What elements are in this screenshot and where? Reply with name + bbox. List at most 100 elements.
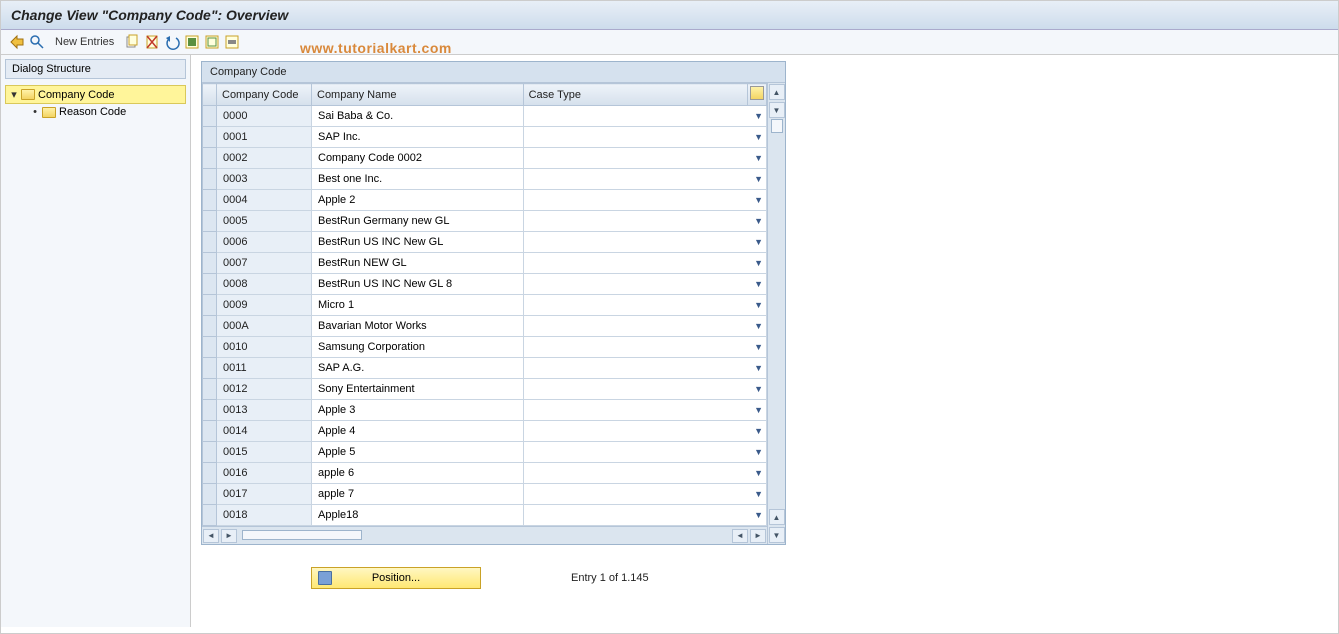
dropdown-arrow-icon[interactable]: ▼ — [754, 216, 763, 226]
hscroll-left-button[interactable]: ◄ — [203, 529, 219, 543]
cell-company-name[interactable]: apple 7 — [312, 484, 524, 505]
cell-company-code[interactable]: 0017 — [217, 484, 312, 505]
cell-company-code[interactable]: 0009 — [217, 295, 312, 316]
cell-company-code[interactable]: 0011 — [217, 358, 312, 379]
cell-company-name[interactable]: Sai Baba & Co. — [312, 106, 524, 127]
dropdown-arrow-icon[interactable]: ▼ — [754, 321, 763, 331]
cell-case-type[interactable]: ▼ — [523, 295, 766, 316]
cell-company-code[interactable]: 0015 — [217, 442, 312, 463]
cell-company-code[interactable]: 0006 — [217, 232, 312, 253]
row-selector[interactable] — [203, 316, 217, 337]
row-selector[interactable] — [203, 484, 217, 505]
table-config-button[interactable] — [748, 84, 767, 106]
cell-company-name[interactable]: Bavarian Motor Works — [312, 316, 524, 337]
cell-case-type[interactable]: ▼ — [523, 274, 766, 295]
col-company-name[interactable]: Company Name — [312, 84, 524, 106]
undo-icon[interactable] — [164, 34, 180, 50]
row-selector[interactable] — [203, 358, 217, 379]
row-selector[interactable] — [203, 211, 217, 232]
dropdown-arrow-icon[interactable]: ▼ — [754, 342, 763, 352]
vscroll-track[interactable] — [770, 119, 784, 508]
cell-company-code[interactable]: 0012 — [217, 379, 312, 400]
cell-case-type[interactable]: ▼ — [523, 148, 766, 169]
dropdown-arrow-icon[interactable]: ▼ — [754, 426, 763, 436]
dropdown-arrow-icon[interactable]: ▼ — [754, 153, 763, 163]
cell-company-code[interactable]: 0007 — [217, 253, 312, 274]
row-selector[interactable] — [203, 169, 217, 190]
row-selector[interactable] — [203, 127, 217, 148]
dropdown-arrow-icon[interactable]: ▼ — [754, 237, 763, 247]
cell-company-name[interactable]: Apple 3 — [312, 400, 524, 421]
toggle-display-icon[interactable] — [9, 34, 25, 50]
hscroll-thumb[interactable] — [242, 530, 362, 540]
vscroll-down-button[interactable]: ▼ — [769, 527, 785, 543]
row-selector[interactable] — [203, 421, 217, 442]
cell-company-code[interactable]: 000A — [217, 316, 312, 337]
dropdown-arrow-icon[interactable]: ▼ — [754, 384, 763, 394]
dropdown-arrow-icon[interactable]: ▼ — [754, 174, 763, 184]
row-selector[interactable] — [203, 379, 217, 400]
cell-company-code[interactable]: 0002 — [217, 148, 312, 169]
cell-case-type[interactable]: ▼ — [523, 232, 766, 253]
cell-company-name[interactable]: BestRun NEW GL — [312, 253, 524, 274]
cell-case-type[interactable]: ▼ — [523, 484, 766, 505]
cell-company-code[interactable]: 0008 — [217, 274, 312, 295]
row-selector[interactable] — [203, 463, 217, 484]
hscroll-right-button[interactable]: ► — [221, 529, 237, 543]
cell-company-name[interactable]: BestRun US INC New GL — [312, 232, 524, 253]
cell-company-code[interactable]: 0005 — [217, 211, 312, 232]
cell-case-type[interactable]: ▼ — [523, 505, 766, 526]
vscroll-up-step-button[interactable]: ▲ — [769, 509, 785, 525]
dropdown-arrow-icon[interactable]: ▼ — [754, 300, 763, 310]
new-entries-button[interactable]: New Entries — [49, 34, 120, 50]
dropdown-arrow-icon[interactable]: ▼ — [754, 195, 763, 205]
col-case-type[interactable]: Case Type — [523, 84, 747, 106]
dropdown-arrow-icon[interactable]: ▼ — [754, 363, 763, 373]
dropdown-arrow-icon[interactable]: ▼ — [754, 510, 763, 520]
cell-company-code[interactable]: 0010 — [217, 337, 312, 358]
position-button[interactable]: Position... — [311, 567, 481, 589]
cell-case-type[interactable]: ▼ — [523, 379, 766, 400]
dropdown-arrow-icon[interactable]: ▼ — [754, 279, 763, 289]
cell-case-type[interactable]: ▼ — [523, 400, 766, 421]
dropdown-arrow-icon[interactable]: ▼ — [754, 447, 763, 457]
cell-company-name[interactable]: apple 6 — [312, 463, 524, 484]
cell-company-code[interactable]: 0004 — [217, 190, 312, 211]
cell-case-type[interactable]: ▼ — [523, 127, 766, 148]
dropdown-arrow-icon[interactable]: ▼ — [754, 468, 763, 478]
cell-company-code[interactable]: 0016 — [217, 463, 312, 484]
cell-case-type[interactable]: ▼ — [523, 463, 766, 484]
cell-company-name[interactable]: Company Code 0002 — [312, 148, 524, 169]
row-selector[interactable] — [203, 274, 217, 295]
dropdown-arrow-icon[interactable]: ▼ — [754, 132, 763, 142]
cell-case-type[interactable]: ▼ — [523, 253, 766, 274]
dropdown-arrow-icon[interactable]: ▼ — [754, 405, 763, 415]
row-selector[interactable] — [203, 148, 217, 169]
dropdown-arrow-icon[interactable]: ▼ — [754, 258, 763, 268]
row-selector[interactable] — [203, 106, 217, 127]
vscroll-thumb[interactable] — [771, 119, 783, 133]
cell-company-name[interactable]: Sony Entertainment — [312, 379, 524, 400]
cell-case-type[interactable]: ▼ — [523, 442, 766, 463]
vscroll-down-step-button[interactable]: ▼ — [769, 102, 785, 118]
cell-company-code[interactable]: 0003 — [217, 169, 312, 190]
delete-icon[interactable] — [144, 34, 160, 50]
find-icon[interactable] — [29, 34, 45, 50]
print-icon[interactable] — [224, 34, 240, 50]
cell-company-name[interactable]: BestRun Germany new GL — [312, 211, 524, 232]
cell-company-code[interactable]: 0014 — [217, 421, 312, 442]
expand-toggle-icon[interactable]: ▾ — [10, 88, 18, 101]
row-selector[interactable] — [203, 505, 217, 526]
dropdown-arrow-icon[interactable]: ▼ — [754, 489, 763, 499]
cell-case-type[interactable]: ▼ — [523, 169, 766, 190]
cell-company-name[interactable]: SAP A.G. — [312, 358, 524, 379]
cell-company-name[interactable]: Apple 4 — [312, 421, 524, 442]
row-selector[interactable] — [203, 190, 217, 211]
cell-case-type[interactable]: ▼ — [523, 337, 766, 358]
row-selector[interactable] — [203, 442, 217, 463]
cell-company-name[interactable]: Samsung Corporation — [312, 337, 524, 358]
copy-icon[interactable] — [124, 34, 140, 50]
cell-company-code[interactable]: 0000 — [217, 106, 312, 127]
cell-company-code[interactable]: 0013 — [217, 400, 312, 421]
cell-case-type[interactable]: ▼ — [523, 316, 766, 337]
